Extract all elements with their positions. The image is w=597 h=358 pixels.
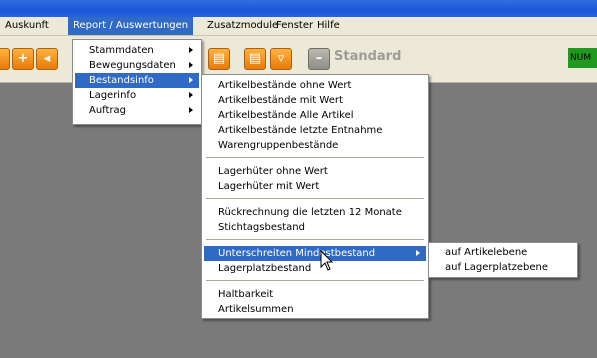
menu-hilfe[interactable]: Hilfe xyxy=(312,17,345,35)
menu-item-lagerhueter-ohne-wert[interactable]: Lagerhüter ohne Wert xyxy=(204,164,426,179)
submenu-arrow-icon xyxy=(189,92,193,98)
orange-tool-icon[interactable] xyxy=(0,48,10,70)
menu-item-label: Unterschreiten Mindestbestand xyxy=(218,248,376,259)
menu-item-artikelbestaende-ohne-wert[interactable]: Artikelbestände ohne Wert xyxy=(204,78,426,93)
submenu-arrow-icon xyxy=(189,107,193,113)
copy-icon[interactable]: ▤ xyxy=(208,48,230,70)
report-dropdown-menu: Stammdaten Bewegungsdaten Bestandsinfo L… xyxy=(72,39,202,125)
menu-item-bewegungsdaten[interactable]: Bewegungsdaten xyxy=(75,58,199,73)
add-icon[interactable]: + xyxy=(12,48,34,70)
submenu-arrow-icon xyxy=(189,47,193,53)
window-title-bar xyxy=(0,0,597,17)
menu-item-auftrag[interactable]: Auftrag xyxy=(75,103,199,118)
menu-item-warengruppenbestaende[interactable]: Warengruppenbestände xyxy=(204,138,426,153)
menu-item-auf-artikelebene[interactable]: auf Artikelebene xyxy=(431,245,575,260)
menu-item-rueckrechnung[interactable]: Rückrechnung die letzten 12 Monate xyxy=(204,205,426,220)
menu-item-unterschreiten-mindestbestand[interactable]: Unterschreiten Mindestbestand xyxy=(204,246,426,261)
mindestbestand-submenu: auf Artikelebene auf Lagerplatzebene xyxy=(428,242,578,278)
copy-icon[interactable]: ▤ xyxy=(244,48,266,70)
menu-item-label: Bestandsinfo xyxy=(89,75,154,86)
menu-item-label: Stammdaten xyxy=(89,45,154,56)
submenu-arrow-icon xyxy=(189,77,193,83)
menu-auskunft[interactable]: Auskunft xyxy=(0,17,54,35)
menu-item-artikelbestaende-alle-artikel[interactable]: Artikelbestände Alle Artikel xyxy=(204,108,426,123)
menu-item-artikelbestaende-letzte-entnahme[interactable]: Artikelbestände letzte Entnahme xyxy=(204,123,426,138)
orange-tool-icon[interactable]: ◂ xyxy=(36,48,58,70)
menu-item-auf-lagerplatzebene[interactable]: auf Lagerplatzebene xyxy=(431,260,575,275)
menu-item-haltbarkeit[interactable]: Haltbarkeit xyxy=(204,287,426,302)
menu-item-label: Auftrag xyxy=(89,105,127,116)
bestandsinfo-submenu: Artikelbestände ohne Wert Artikelbeständ… xyxy=(201,74,429,319)
menu-item-lagerinfo[interactable]: Lagerinfo xyxy=(75,88,199,103)
standard-label: Standard xyxy=(334,49,402,64)
menu-item-label: Bewegungsdaten xyxy=(89,60,176,71)
menu-item-bestandsinfo[interactable]: Bestandsinfo xyxy=(75,73,199,88)
menu-separator xyxy=(206,239,424,241)
submenu-arrow-icon xyxy=(189,62,193,68)
menu-item-stammdaten[interactable]: Stammdaten xyxy=(75,43,199,58)
menu-item-lagerhueter-mit-wert[interactable]: Lagerhüter mit Wert xyxy=(204,179,426,194)
menu-separator xyxy=(206,198,424,200)
menu-bar: Auskunft Report / Auswertungen Zusatzmod… xyxy=(0,17,597,36)
menu-separator xyxy=(206,157,424,159)
menu-separator xyxy=(206,280,424,282)
menu-item-label: Lagerinfo xyxy=(89,90,137,101)
num-lock-indicator: NUM xyxy=(568,48,597,68)
menu-report-auswertungen[interactable]: Report / Auswertungen xyxy=(68,17,194,35)
menu-item-stichtagsbestand[interactable]: Stichtagsbestand xyxy=(204,220,426,235)
gem-icon[interactable]: ▿ xyxy=(270,48,292,70)
mouse-pointer-icon xyxy=(320,250,334,271)
submenu-arrow-icon xyxy=(416,250,420,256)
standard-icon[interactable]: – xyxy=(308,48,330,70)
menu-item-artikelbestaende-mit-wert[interactable]: Artikelbestände mit Wert xyxy=(204,93,426,108)
menu-item-lagerplatzbestand[interactable]: Lagerplatzbestand xyxy=(204,261,426,276)
menu-item-artikelsummen[interactable]: Artikelsummen xyxy=(204,302,426,317)
